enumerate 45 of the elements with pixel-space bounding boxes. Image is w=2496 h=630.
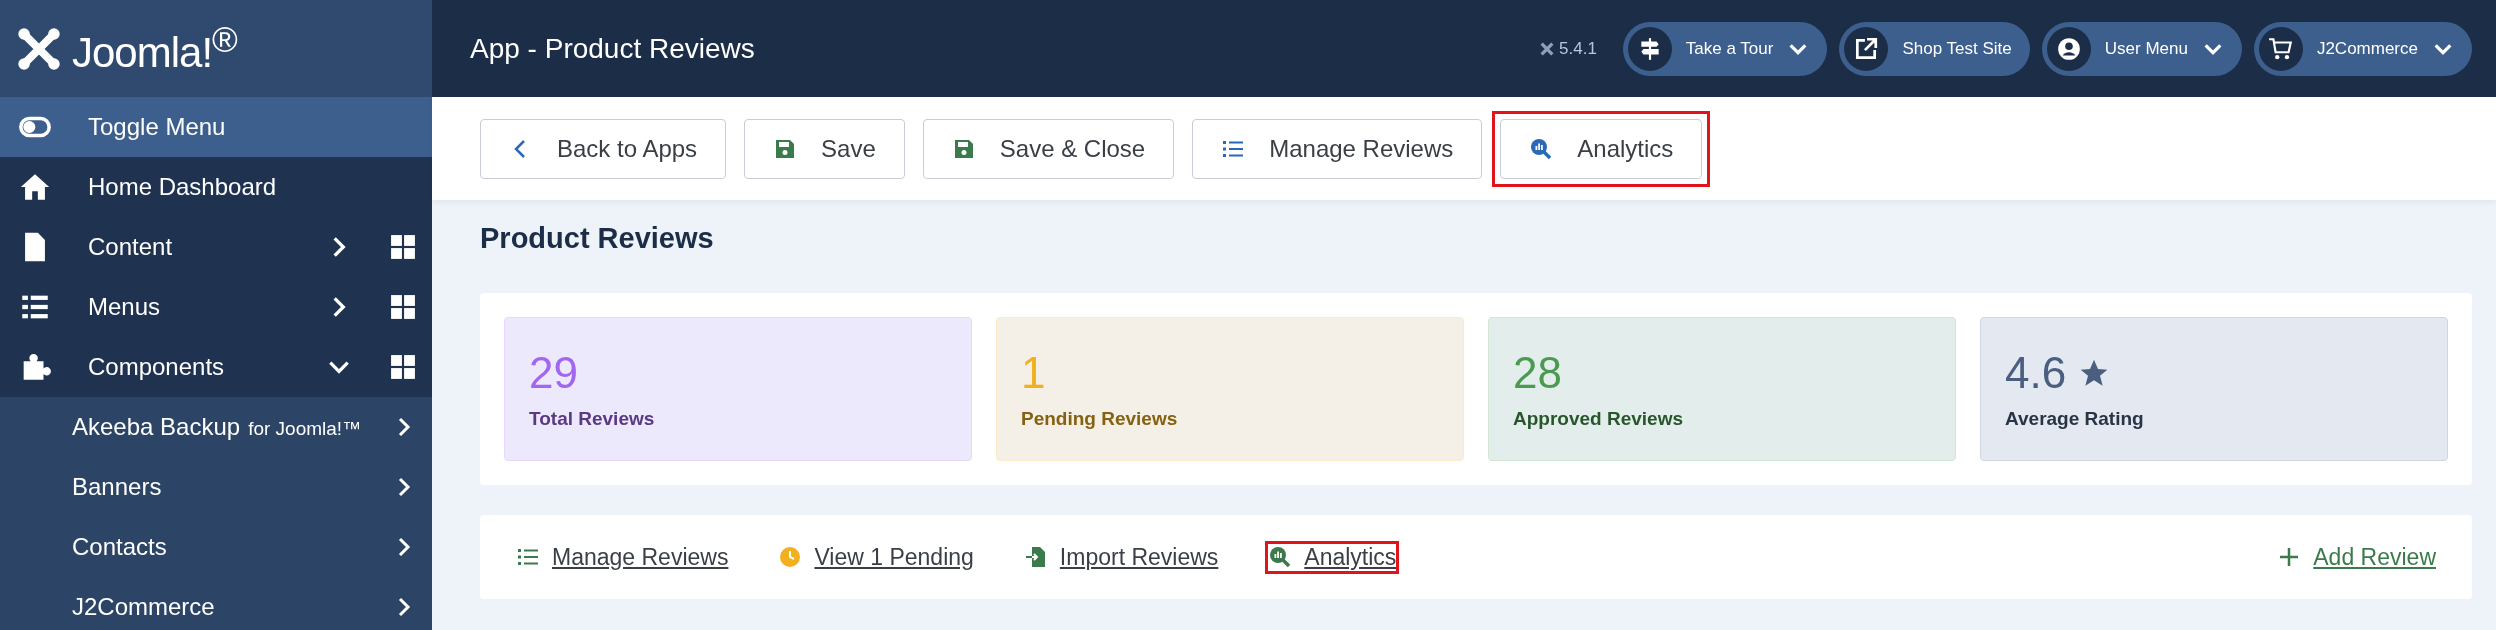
header-menu-button[interactable]: User Menu bbox=[2041, 21, 2242, 76]
version-label: 5.4.1 bbox=[1539, 38, 1597, 59]
external-link-icon bbox=[1853, 35, 1880, 62]
stat-value: 28 bbox=[1513, 348, 1562, 398]
stat-label: Approved Reviews bbox=[1513, 408, 1684, 430]
nav-link[interactable]: Analytics bbox=[1268, 543, 1397, 571]
nav-link[interactable]: Manage Reviews bbox=[516, 543, 729, 571]
stat-value: 4.6 bbox=[2005, 348, 2067, 398]
dashboard-grid-icon[interactable] bbox=[390, 294, 416, 320]
toolbar-button[interactable]: Save & Close bbox=[922, 118, 1175, 179]
sidebar-item[interactable]: Home Dashboard bbox=[0, 157, 432, 217]
submenu-item[interactable]: Contacts bbox=[72, 533, 392, 561]
analytics-icon bbox=[1529, 136, 1554, 161]
submenu-item[interactable]: Banners bbox=[72, 473, 392, 501]
nav-link[interactable]: View 1 Pending bbox=[778, 543, 974, 571]
toolbar-button[interactable]: Manage Reviews bbox=[1192, 118, 1483, 179]
cart-icon bbox=[2267, 35, 2294, 62]
page-header-title: App - Product Reviews bbox=[470, 32, 756, 65]
dashboard-grid-icon[interactable] bbox=[390, 354, 416, 380]
toolbar-button[interactable]: Save bbox=[744, 118, 905, 179]
header-menu-button[interactable]: J2Commerce bbox=[2253, 21, 2472, 76]
stat-label: Total Reviews bbox=[529, 408, 656, 430]
brand-name: Joomla!$^{®}$ bbox=[72, 20, 237, 77]
stat-value: 29 bbox=[529, 348, 578, 398]
stat-value: 1 bbox=[1021, 348, 1046, 398]
add-review-link[interactable]: Add Review bbox=[2277, 543, 2436, 571]
page-title: Product Reviews bbox=[480, 222, 715, 255]
sidebar-item[interactable]: Content bbox=[0, 217, 432, 277]
stat-label: Average Rating bbox=[2005, 408, 2145, 430]
submenu-item[interactable]: J2Commerce bbox=[72, 593, 392, 621]
analytics-icon bbox=[1268, 545, 1293, 569]
dashboard-grid-icon[interactable] bbox=[390, 234, 416, 260]
sidebar-item[interactable]: Toggle Menu bbox=[0, 97, 432, 157]
header-menu-button[interactable]: Shop Test Site bbox=[1839, 21, 2030, 76]
user-icon bbox=[2055, 35, 2082, 62]
toolbar-button[interactable]: Analytics bbox=[1500, 118, 1703, 179]
sidebar-item[interactable]: Components bbox=[0, 337, 432, 397]
toolbar-button[interactable]: Back to Apps bbox=[480, 118, 727, 179]
nav-link[interactable]: Import Reviews bbox=[1023, 543, 1219, 571]
clock-icon bbox=[778, 545, 803, 569]
submenu-item[interactable]: Akeeba Backup for Joomla!™ bbox=[72, 413, 392, 441]
import-icon bbox=[1023, 545, 1048, 569]
sidebar-item[interactable]: Menus bbox=[0, 277, 432, 337]
header-menu-button[interactable]: Take a Tour bbox=[1622, 21, 1828, 76]
stat-label: Pending Reviews bbox=[1021, 408, 1179, 430]
